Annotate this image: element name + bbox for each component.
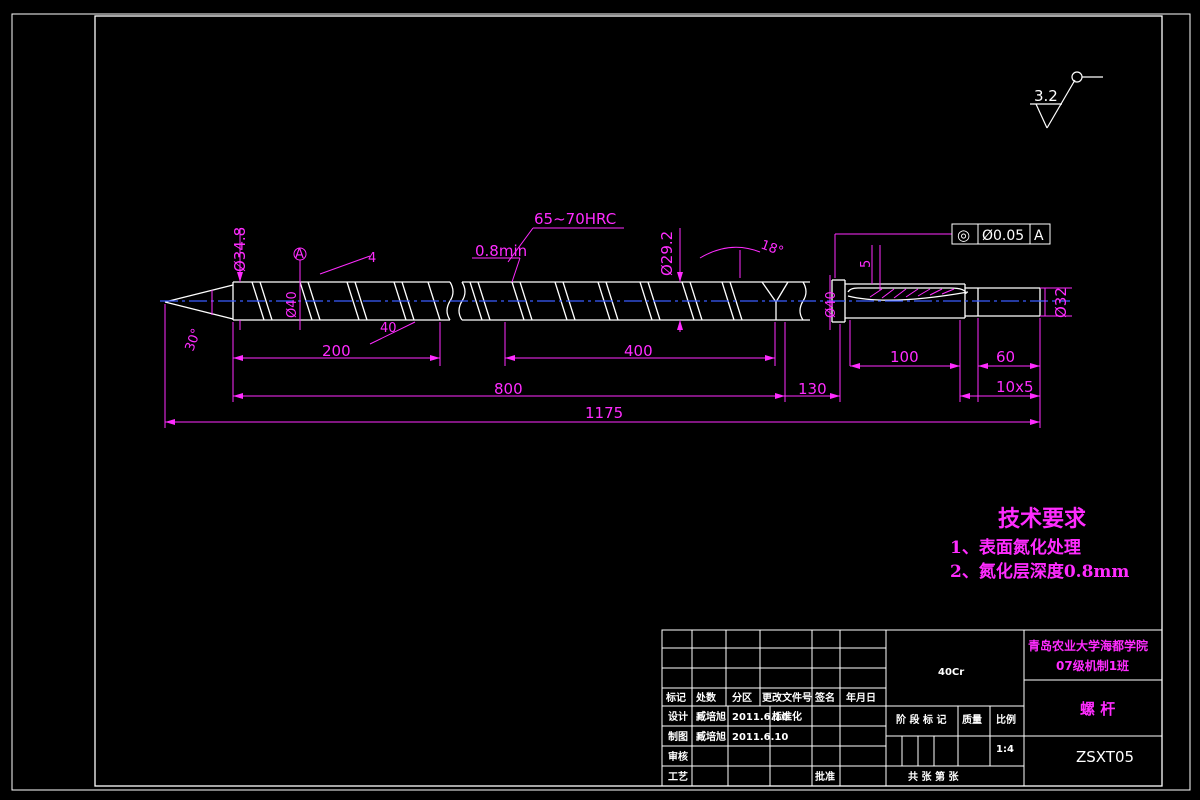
inner-border (94, 15, 1163, 787)
tb-row1-name: 臧培旭 (696, 730, 726, 743)
tb-row2-role: 审核 (668, 750, 688, 763)
tb-part-name: 螺 杆 (1080, 700, 1115, 718)
tb-weight-label: 质量 (962, 713, 982, 726)
dim-100: 100 (890, 348, 919, 366)
tb-header-3: 更改文件号 (762, 691, 812, 704)
tb-header-0: 标记 (665, 691, 686, 704)
datum-a-label: A (295, 247, 304, 262)
tolerance-datum: A (1034, 228, 1044, 244)
tb-row1-role: 制图 (668, 730, 688, 743)
dim-800: 800 (494, 380, 523, 398)
tb-header-5: 年月日 (846, 691, 876, 704)
tb-stage-label: 阶 段 标 记 (896, 713, 946, 726)
tb-header-2: 分区 (732, 691, 752, 704)
dim-hardness: 65~70HRC (534, 210, 616, 228)
tech-req-item-2: 2、氮化层深度0.8mm (950, 561, 1129, 582)
outer-border (11, 13, 1191, 791)
dim-400: 400 (624, 342, 653, 360)
tech-req-item-1: 1、表面氮化处理 (950, 537, 1081, 558)
tolerance-value: Ø0.05 (982, 228, 1024, 244)
tb-scale-value: 1:4 (996, 744, 1014, 755)
dim-pitch-40: 40 (380, 321, 397, 336)
dim-130: 130 (798, 380, 827, 398)
tb-scale-label: 比例 (996, 713, 1016, 726)
tb-header-1: 处数 (695, 691, 717, 704)
tb-row0-extra: 标准化 (771, 710, 802, 723)
tech-req-title: 技术要求 (998, 506, 1086, 532)
dim-angle-18: 18° (759, 238, 786, 260)
tb-row1-date: 2011.6.10 (732, 732, 788, 743)
tb-sheet-label: 共 张 第 张 (908, 770, 959, 783)
tb-row3-extra: 批准 (815, 770, 835, 783)
tolerance-symbol: ◎ (957, 226, 970, 244)
tb-drawing-no: ZSXT05 (1076, 748, 1134, 766)
tb-row0-name: 臧培旭 (696, 710, 726, 723)
dim-d40-mid: Ø40 (824, 291, 839, 318)
dim-1175: 1175 (585, 404, 623, 422)
dim-angle-30: 30° (183, 327, 205, 354)
tb-row0-role: 设计 (668, 710, 688, 723)
dim-d29-2: Ø29.2 (658, 231, 676, 276)
dim-10x5: 10x5 (996, 378, 1034, 396)
tb-school: 青岛农业大学海都学院 (1028, 638, 1148, 653)
dim-d40-tip: Ø40 (285, 291, 300, 318)
tb-material: 40Cr (938, 667, 964, 678)
dim-pitch-4: 4 (368, 251, 376, 266)
dim-d34-8: Ø34.8 (231, 227, 249, 272)
dim-60: 60 (996, 348, 1015, 366)
dim-200: 200 (322, 342, 351, 360)
dim-d32: Ø32 (1052, 287, 1070, 318)
tb-class: 07级机制1班 (1056, 658, 1129, 673)
tb-header-4: 签名 (814, 691, 835, 704)
dim-depth: 0.8min (475, 242, 527, 260)
dim-5: 5 (859, 260, 874, 268)
tb-row3-role: 工艺 (668, 770, 688, 783)
cad-drawing: 3.2 A Ø34.8 Ø40 Ø29.2 Ø40 Ø32 4 40 200 4… (11, 13, 1191, 791)
roughness-value: 3.2 (1034, 87, 1058, 105)
